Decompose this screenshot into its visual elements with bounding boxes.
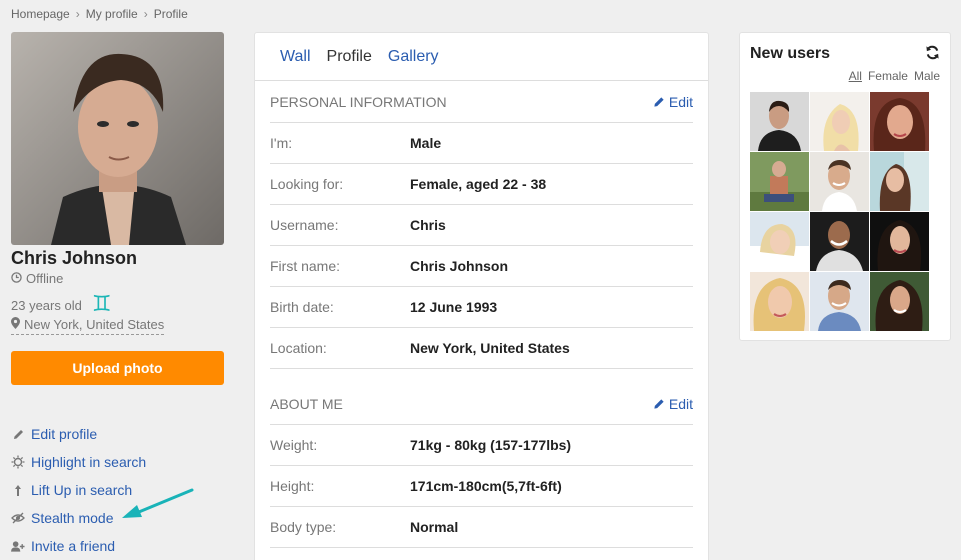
- info-value: New York, United States: [410, 340, 570, 356]
- info-row-username: Username: Chris: [270, 205, 693, 246]
- info-label: Looking for:: [270, 176, 344, 192]
- breadcrumb-homepage[interactable]: Homepage: [11, 7, 70, 21]
- clock-icon: [11, 271, 22, 286]
- info-value: 171cm-180cm(5,7ft-6ft): [410, 478, 562, 494]
- info-label: Weight:: [270, 437, 318, 453]
- info-row-body-type: Body type: Normal: [270, 507, 693, 548]
- info-value: Normal: [410, 519, 459, 535]
- breadcrumb-my-profile[interactable]: My profile: [86, 7, 138, 21]
- gender-filter: All Female Male: [849, 69, 940, 83]
- user-thumbnail[interactable]: [750, 152, 809, 211]
- breadcrumb: Homepage › My profile › Profile: [11, 7, 188, 21]
- eye-slash-icon: [11, 511, 25, 525]
- pencil-icon: [654, 398, 664, 409]
- edit-profile-label: Edit profile: [31, 426, 98, 442]
- info-row-gender: I'm: Male: [270, 123, 693, 164]
- user-thumbnail[interactable]: [810, 212, 869, 271]
- age-text: 23 years old: [11, 297, 82, 313]
- invite-a-friend-label: Invite a friend: [31, 538, 116, 554]
- lift-up-in-search-label: Lift Up in search: [31, 482, 133, 498]
- new-users-panel: New users All Female Male: [739, 32, 951, 341]
- age-row: 23 years old ♊: [11, 292, 224, 317]
- info-label: Location:: [270, 340, 327, 356]
- info-value: Male: [410, 135, 442, 151]
- personal-info-title: PERSONAL INFORMATION: [270, 93, 447, 110]
- tab-profile[interactable]: Profile: [327, 48, 372, 66]
- info-row-height: Height: 171cm-180cm(5,7ft-6ft): [270, 466, 693, 507]
- filter-male[interactable]: Male: [914, 69, 940, 83]
- about-me-title: ABOUT ME: [270, 395, 343, 412]
- edit-personal-info-button[interactable]: Edit: [653, 94, 693, 110]
- user-thumbnail[interactable]: [750, 212, 809, 271]
- annotation-arrow-icon: [122, 488, 194, 518]
- new-users-grid: [750, 92, 929, 331]
- user-thumbnail[interactable]: [870, 92, 929, 151]
- edit-profile-link[interactable]: Edit profile: [11, 420, 146, 448]
- info-value: 12 June 1993: [410, 299, 498, 315]
- tab-wall[interactable]: Wall: [280, 48, 311, 66]
- online-status: Offline: [11, 271, 224, 286]
- info-row-looking-for: Looking for: Female, aged 22 - 38: [270, 164, 693, 205]
- profile-location[interactable]: New York, United States: [11, 317, 165, 335]
- profile-sidebar: Chris Johnson Offline 23 years old ♊ New…: [11, 32, 224, 385]
- filter-all[interactable]: All: [849, 69, 862, 83]
- info-value: Female, aged 22 - 38: [410, 176, 547, 192]
- info-label: I'm:: [270, 135, 293, 151]
- tab-gallery[interactable]: Gallery: [388, 48, 439, 66]
- sun-icon: [11, 455, 25, 469]
- breadcrumb-separator: ›: [75, 7, 80, 21]
- info-row-location: Location: New York, United States: [270, 328, 693, 369]
- info-row-weight: Weight: 71kg - 80kg (157-177lbs): [270, 425, 693, 466]
- location-text: New York, United States: [24, 317, 165, 332]
- filter-female[interactable]: Female: [868, 69, 908, 83]
- profile-name: Chris Johnson: [11, 248, 138, 268]
- about-me-header: ABOUT ME Edit: [270, 383, 693, 425]
- invite-a-friend-link[interactable]: Invite a friend: [11, 532, 146, 560]
- edit-about-me-label: Edit: [668, 395, 693, 412]
- info-label: First name:: [270, 258, 341, 274]
- stealth-mode-label: Stealth mode: [31, 510, 114, 526]
- info-row-birth-date: Birth date: 12 June 1993: [270, 287, 693, 328]
- user-thumbnail[interactable]: [870, 152, 929, 211]
- edit-personal-info-label: Edit: [668, 93, 693, 110]
- lift-up-icon: [11, 483, 25, 497]
- gemini-icon: ♊: [91, 292, 112, 317]
- info-label: Height:: [270, 478, 315, 494]
- user-thumbnail[interactable]: [870, 272, 929, 331]
- personal-info-header: PERSONAL INFORMATION Edit: [270, 81, 693, 123]
- pencil-icon: [654, 96, 664, 107]
- info-label: Body type:: [270, 519, 337, 535]
- pencil-icon: [11, 427, 25, 441]
- info-label: Birth date:: [270, 299, 334, 315]
- info-row-first-name: First name: Chris Johnson: [270, 246, 693, 287]
- user-thumbnail[interactable]: [750, 92, 809, 151]
- info-label: Username:: [270, 217, 339, 233]
- user-thumbnail[interactable]: [810, 152, 869, 211]
- info-value: Chris: [410, 217, 446, 233]
- highlight-in-search-label: Highlight in search: [31, 454, 147, 470]
- info-value: 71kg - 80kg (157-177lbs): [410, 437, 572, 453]
- profile-tabs: Wall Profile Gallery: [255, 33, 708, 81]
- info-value: Chris Johnson: [410, 258, 509, 274]
- refresh-icon[interactable]: [925, 45, 940, 60]
- add-user-icon: [11, 539, 25, 553]
- status-text: Offline: [26, 271, 64, 286]
- highlight-in-search-link[interactable]: Highlight in search: [11, 448, 146, 476]
- user-thumbnail[interactable]: [870, 212, 929, 271]
- user-thumbnail[interactable]: [750, 272, 809, 331]
- user-thumbnail[interactable]: [810, 272, 869, 331]
- user-thumbnail[interactable]: [810, 92, 869, 151]
- map-pin-icon: [11, 317, 20, 332]
- profile-photo[interactable]: [11, 32, 224, 245]
- profile-panel: Wall Profile Gallery PERSONAL INFORMATIO…: [254, 32, 709, 560]
- new-users-title: New users: [750, 45, 831, 62]
- upload-photo-button[interactable]: Upload photo: [11, 351, 224, 385]
- edit-about-me-button[interactable]: Edit: [653, 396, 693, 412]
- breadcrumb-profile: Profile: [153, 7, 188, 21]
- breadcrumb-separator: ›: [143, 7, 148, 21]
